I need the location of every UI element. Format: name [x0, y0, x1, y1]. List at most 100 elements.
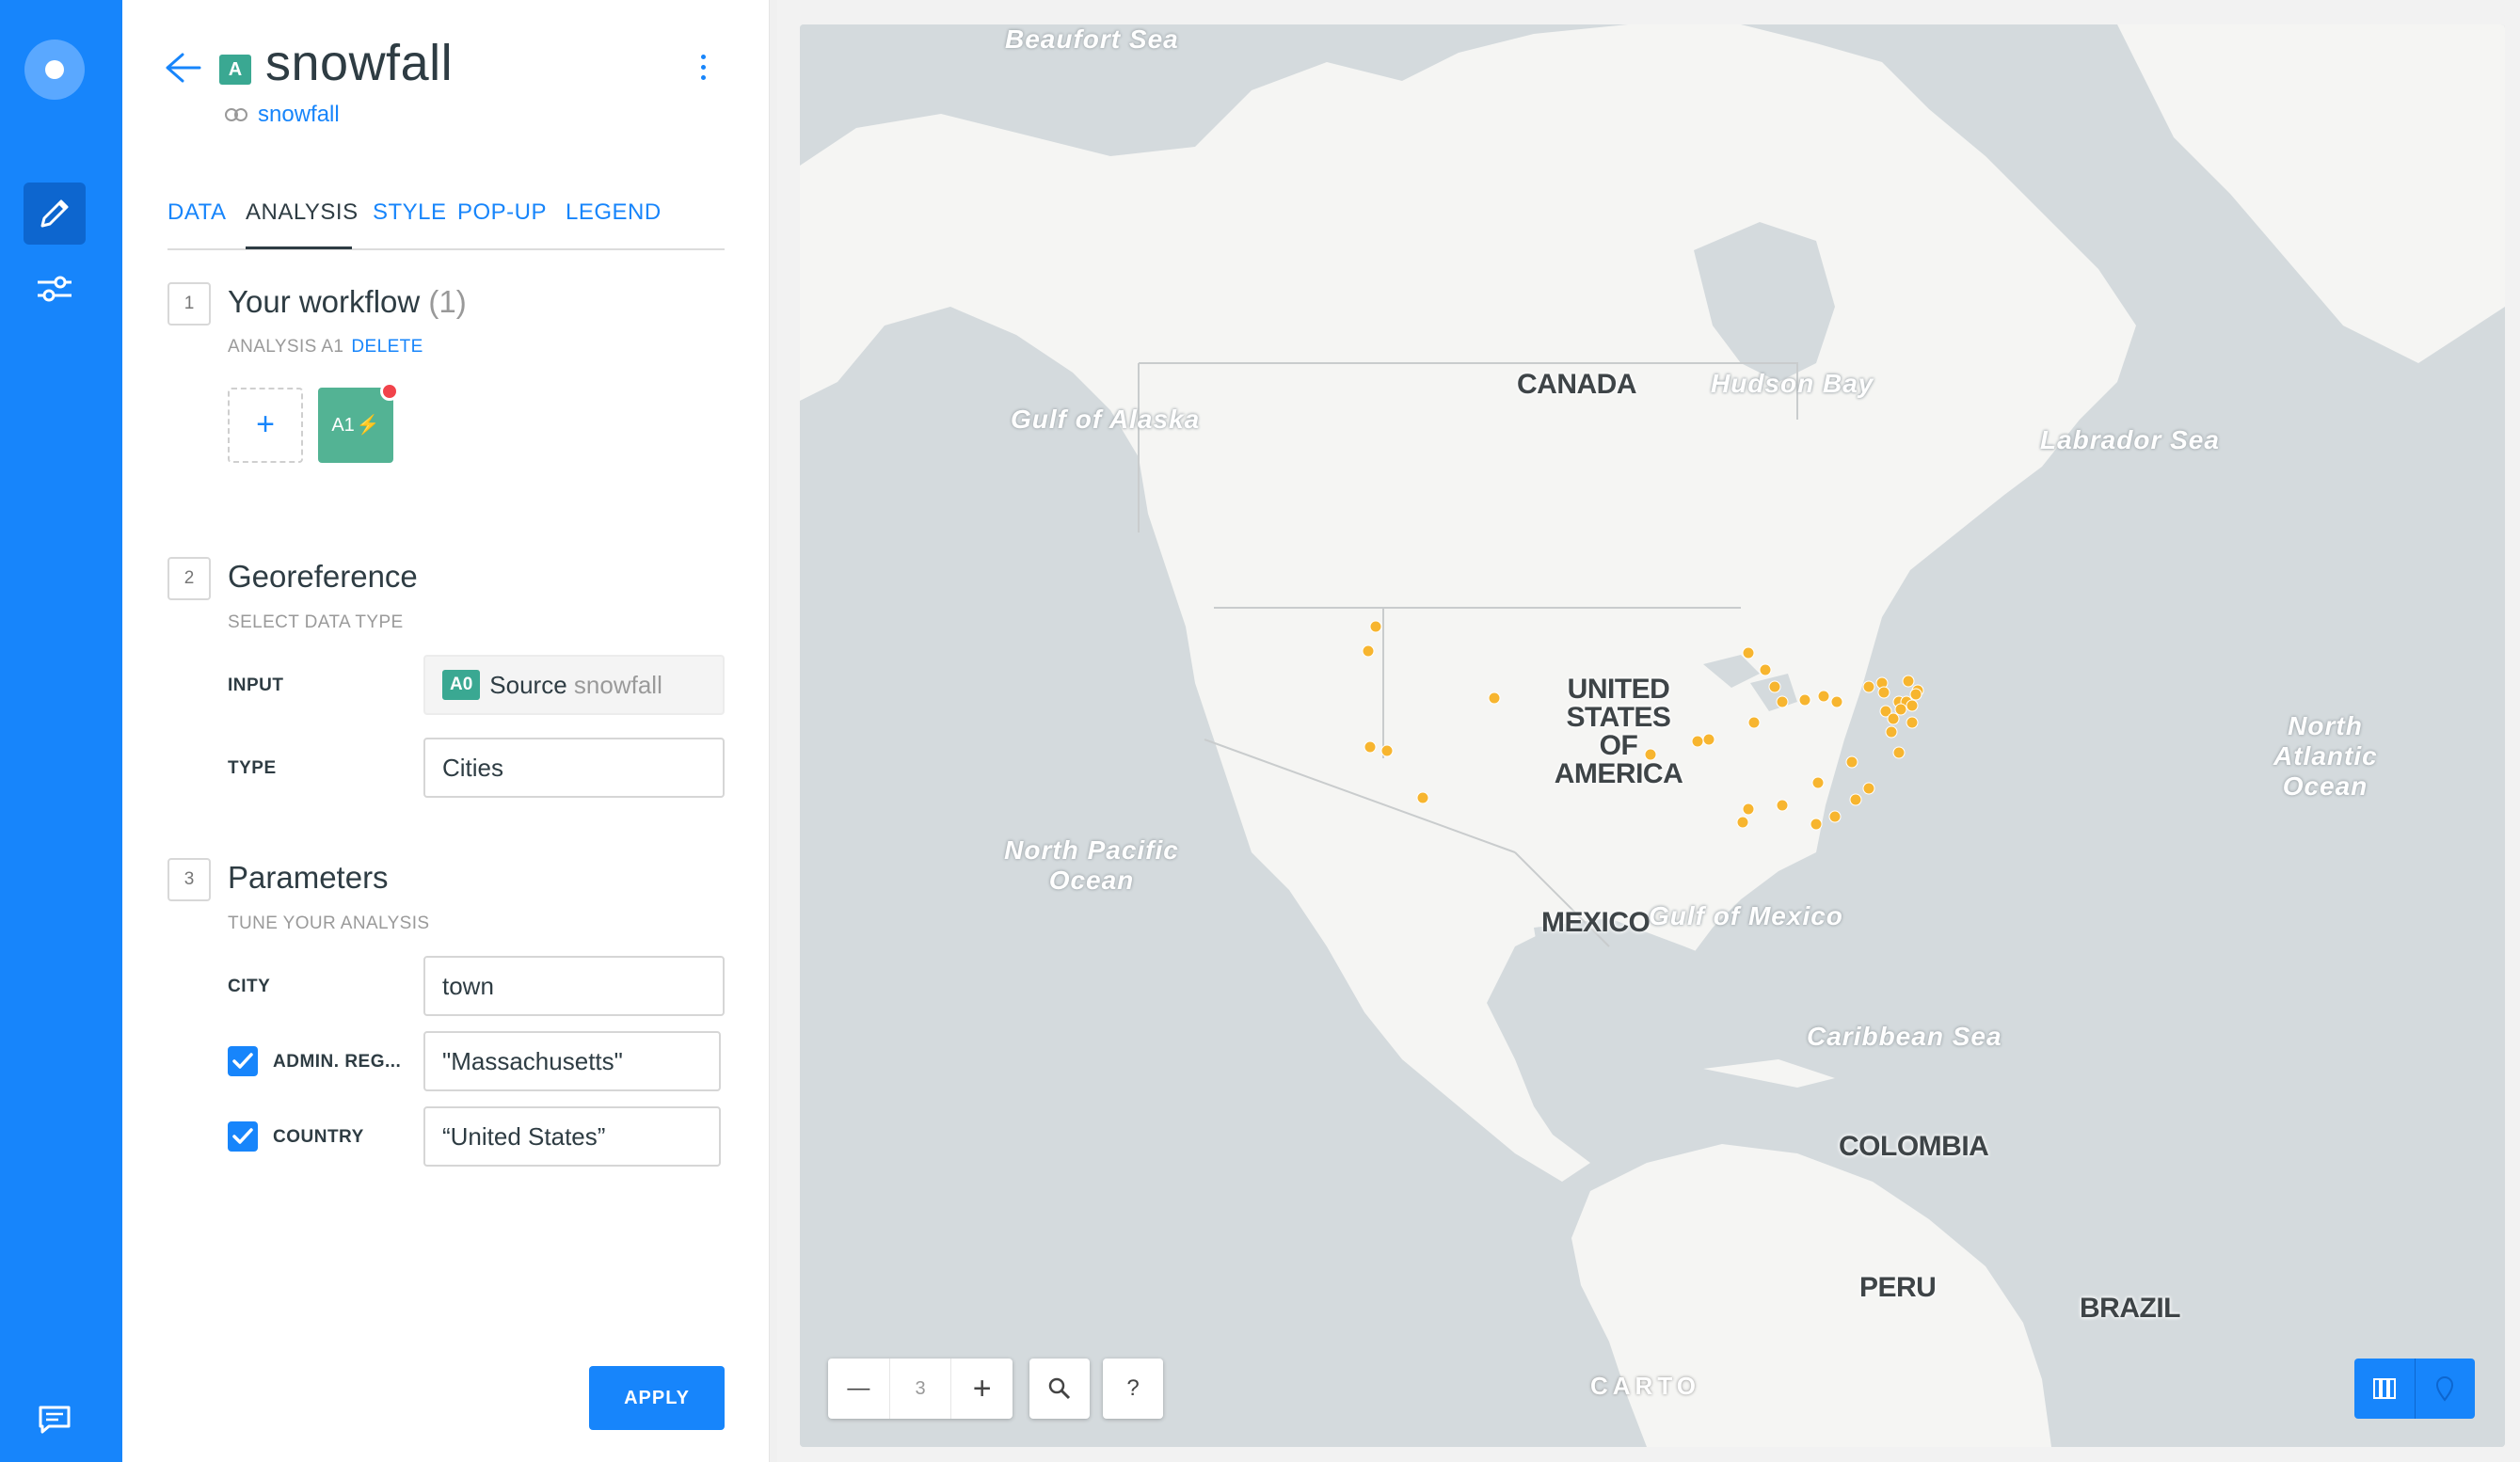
- snowfall-point[interactable]: [1691, 735, 1704, 748]
- step-number: 3: [167, 858, 211, 901]
- city-label: CITY: [228, 977, 271, 996]
- snowfall-point[interactable]: [1380, 744, 1394, 757]
- source-link[interactable]: snowfall: [224, 102, 340, 128]
- zoom-level: 3: [888, 1359, 951, 1419]
- tab-pop-up[interactable]: POP-UP: [457, 199, 547, 226]
- workflow-count: (1): [428, 284, 467, 319]
- tab-legend[interactable]: LEGEND: [566, 199, 662, 226]
- label-beaufort-sea: Beaufort Sea: [1005, 24, 1179, 54]
- snowfall-point[interactable]: [1902, 675, 1915, 688]
- map-canvas[interactable]: Beaufort Sea Gulf of Alaska Hudson Bay L…: [800, 24, 2505, 1447]
- label-labrador-sea: Labrador Sea: [2040, 425, 2220, 454]
- label-caribbean-sea: Caribbean Sea: [1807, 1022, 2002, 1051]
- snowfall-point[interactable]: [1892, 746, 1906, 759]
- back-arrow-icon[interactable]: [164, 51, 201, 89]
- snowfall-point[interactable]: [1862, 782, 1875, 795]
- tab-analysis[interactable]: ANALYSIS: [246, 199, 359, 226]
- analysis-id: ANALYSIS A1: [228, 337, 344, 357]
- search-button[interactable]: [1029, 1359, 1090, 1419]
- help-button[interactable]: ?: [1103, 1359, 1163, 1419]
- active-tab-indicator: [246, 246, 352, 249]
- lightning-icon: ⚡: [356, 415, 380, 436]
- admin-region-checkbox[interactable]: [228, 1046, 258, 1076]
- step-number: 2: [167, 557, 211, 600]
- label-hudson-bay: Hudson Bay: [1711, 369, 1874, 398]
- zoom-out-button[interactable]: —: [828, 1359, 889, 1419]
- snowfall-point[interactable]: [1364, 740, 1377, 754]
- analysis-node-a1[interactable]: A1 ⚡: [318, 382, 399, 463]
- snowfall-point[interactable]: [1369, 620, 1382, 633]
- label-peru: PERU: [1859, 1272, 1937, 1303]
- carto-logo-icon[interactable]: [24, 40, 85, 100]
- feedback-chat-icon[interactable]: [24, 1389, 86, 1451]
- label-gulf-of-alaska: Gulf of Alaska: [1011, 405, 1201, 434]
- snowfall-point[interactable]: [1909, 688, 1922, 701]
- snowfall-point[interactable]: [1776, 695, 1789, 708]
- label-usa: UNITED STATES OF AMERICA: [1554, 674, 1683, 789]
- source-word: Source: [489, 671, 567, 699]
- layer-panel: A snowfall snowfall DATA ANALYSIS STYLE …: [122, 0, 770, 1462]
- type-select[interactable]: Cities: [423, 738, 725, 798]
- admin-region-input[interactable]: "Massachusetts": [423, 1031, 721, 1091]
- settings-sliders-icon[interactable]: [24, 258, 86, 320]
- city-select[interactable]: town: [423, 956, 725, 1016]
- widgets-view-icon[interactable]: [2354, 1359, 2415, 1419]
- panel-tabs: DATA ANALYSIS STYLE POP-UP LEGEND: [167, 196, 725, 250]
- snowfall-point[interactable]: [1759, 663, 1772, 676]
- snowfall-point[interactable]: [1742, 646, 1755, 659]
- delete-analysis-link[interactable]: DELETE: [351, 337, 423, 357]
- apply-button[interactable]: APPLY: [589, 1366, 725, 1430]
- more-options-icon[interactable]: [698, 55, 708, 83]
- type-label: TYPE: [228, 758, 277, 778]
- zoom-in-button[interactable]: +: [950, 1359, 1013, 1419]
- country-input[interactable]: “United States”: [423, 1106, 721, 1167]
- snowfall-point[interactable]: [1811, 776, 1825, 789]
- snowfall-point[interactable]: [1702, 733, 1715, 746]
- panel-divider: [770, 0, 777, 1462]
- snowfall-point[interactable]: [1747, 716, 1761, 729]
- snowfall-point[interactable]: [1810, 818, 1823, 831]
- admin-region-label: ADMIN. REG...: [273, 1052, 402, 1072]
- alert-dot: [380, 382, 399, 401]
- snowfall-point[interactable]: [1362, 644, 1375, 658]
- label-gulf-of-mexico: Gulf of Mexico: [1649, 901, 1843, 930]
- label-colombia: COLOMBIA: [1839, 1131, 1989, 1162]
- snowfall-point[interactable]: [1830, 695, 1843, 708]
- snowfall-point[interactable]: [1862, 680, 1875, 693]
- layer-title[interactable]: snowfall: [265, 34, 453, 92]
- search-icon: [1048, 1377, 1071, 1400]
- snowfall-point[interactable]: [1768, 680, 1781, 693]
- tab-style[interactable]: STYLE: [373, 199, 447, 226]
- snowfall-point[interactable]: [1845, 755, 1858, 769]
- snowfall-point[interactable]: [1849, 793, 1862, 806]
- zoom-control: — 3 +: [828, 1359, 1013, 1419]
- map-pin-icon[interactable]: [2414, 1359, 2476, 1419]
- georeference-subtitle: SELECT DATA TYPE: [228, 612, 404, 632]
- country-checkbox[interactable]: [228, 1121, 258, 1152]
- label-canada: CANADA: [1517, 369, 1637, 400]
- snowfall-point[interactable]: [1736, 816, 1749, 829]
- snowfall-point[interactable]: [1817, 690, 1830, 703]
- add-analysis-button[interactable]: +: [228, 388, 303, 463]
- edit-pencil-icon[interactable]: [24, 183, 86, 245]
- snowfall-point[interactable]: [1798, 693, 1811, 707]
- dataset-link-icon: [225, 108, 247, 121]
- label-north-atlantic: North Atlantic Ocean: [2273, 711, 2378, 801]
- country-label: COUNTRY: [273, 1127, 364, 1147]
- snowfall-point[interactable]: [1906, 699, 1919, 712]
- snowfall-point[interactable]: [1416, 791, 1429, 804]
- workflow-title: Your workflow (1): [228, 284, 467, 320]
- snowfall-point[interactable]: [1894, 703, 1907, 716]
- snowfall-point[interactable]: [1877, 686, 1890, 699]
- snowfall-point[interactable]: [1776, 799, 1789, 812]
- tab-data[interactable]: DATA: [167, 199, 226, 226]
- step-number: 1: [167, 282, 211, 326]
- snowfall-point[interactable]: [1742, 803, 1755, 816]
- label-north-pacific: North Pacific Ocean: [1004, 835, 1179, 895]
- snowfall-point[interactable]: [1906, 716, 1919, 729]
- snowfall-point[interactable]: [1828, 810, 1842, 823]
- snowfall-point[interactable]: [1885, 725, 1898, 739]
- snowfall-point[interactable]: [1887, 712, 1900, 725]
- snowfall-point[interactable]: [1488, 691, 1501, 705]
- app-rail: [0, 0, 122, 1462]
